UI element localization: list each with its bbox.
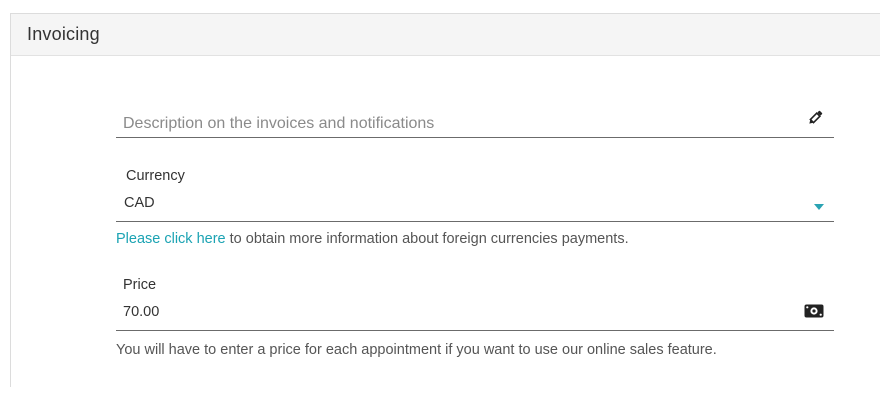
currency-select[interactable]: CAD xyxy=(116,192,834,222)
panel-header: Invoicing xyxy=(11,14,880,56)
caret-down-icon[interactable] xyxy=(814,204,824,210)
currency-help-link[interactable]: Please click here xyxy=(116,231,226,247)
description-placeholder: Description on the invoices and notifica… xyxy=(123,115,435,132)
money-icon xyxy=(804,304,824,318)
price-help-text: You will have to enter a price for each … xyxy=(116,342,717,358)
description-field[interactable]: Description on the invoices and notifica… xyxy=(116,109,834,138)
price-value: 70.00 xyxy=(123,304,160,320)
currency-help-suffix: to obtain more information about foreign… xyxy=(225,231,629,247)
currency-value: CAD xyxy=(124,195,155,211)
price-label: Price xyxy=(123,277,157,293)
section-title: Invoicing xyxy=(27,24,100,44)
currency-label: Currency xyxy=(126,168,185,184)
price-input[interactable]: 70.00 xyxy=(116,301,834,331)
invoicing-panel: Invoicing Description on the invoices an… xyxy=(10,13,880,387)
currency-help-text: Please click here to obtain more informa… xyxy=(116,231,629,247)
pencil-icon[interactable] xyxy=(806,109,824,127)
